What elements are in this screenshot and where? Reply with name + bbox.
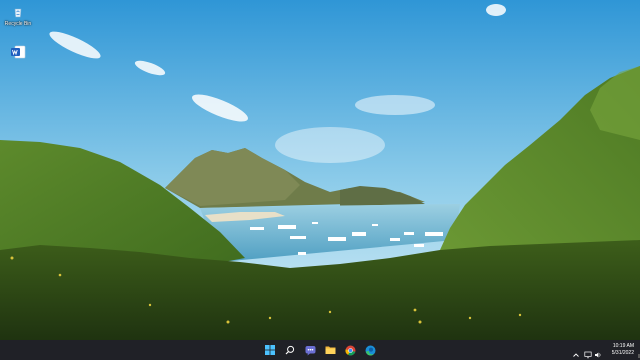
recycle-bin-icon-tile[interactable]: Recycle Bin	[2, 4, 34, 27]
search-icon	[285, 345, 295, 355]
network-icon[interactable]	[584, 346, 592, 359]
clock-time: 10:19 AM	[612, 343, 634, 349]
desktop[interactable]: Recycle Bin	[0, 0, 640, 340]
chat-icon	[305, 345, 315, 355]
folder-icon	[325, 346, 335, 354]
taskbar: 10:19 AM 5/31/2022	[0, 340, 640, 360]
clock-date: 5/31/2022	[611, 350, 634, 356]
edge-icon	[365, 345, 375, 355]
windows-logo-icon	[265, 345, 275, 355]
recycle-bin-label: Recycle Bin	[4, 21, 32, 27]
chrome-button[interactable]	[343, 343, 357, 357]
word-document-icon	[10, 44, 26, 60]
edge-button[interactable]	[363, 343, 377, 357]
file-explorer-button[interactable]	[323, 343, 337, 357]
system-tray	[572, 340, 602, 360]
volume-icon[interactable]	[594, 346, 602, 358]
chrome-icon	[344, 345, 355, 355]
word-document-icon-tile[interactable]	[2, 44, 34, 61]
chevron-up-icon[interactable]	[572, 346, 580, 357]
recycle-bin-icon	[10, 4, 26, 20]
start-button[interactable]	[263, 343, 277, 357]
wallpaper	[0, 0, 640, 340]
clock[interactable]: 10:19 AM 5/31/2022	[608, 343, 634, 357]
chat-button[interactable]	[303, 343, 317, 357]
search-button[interactable]	[283, 343, 297, 357]
